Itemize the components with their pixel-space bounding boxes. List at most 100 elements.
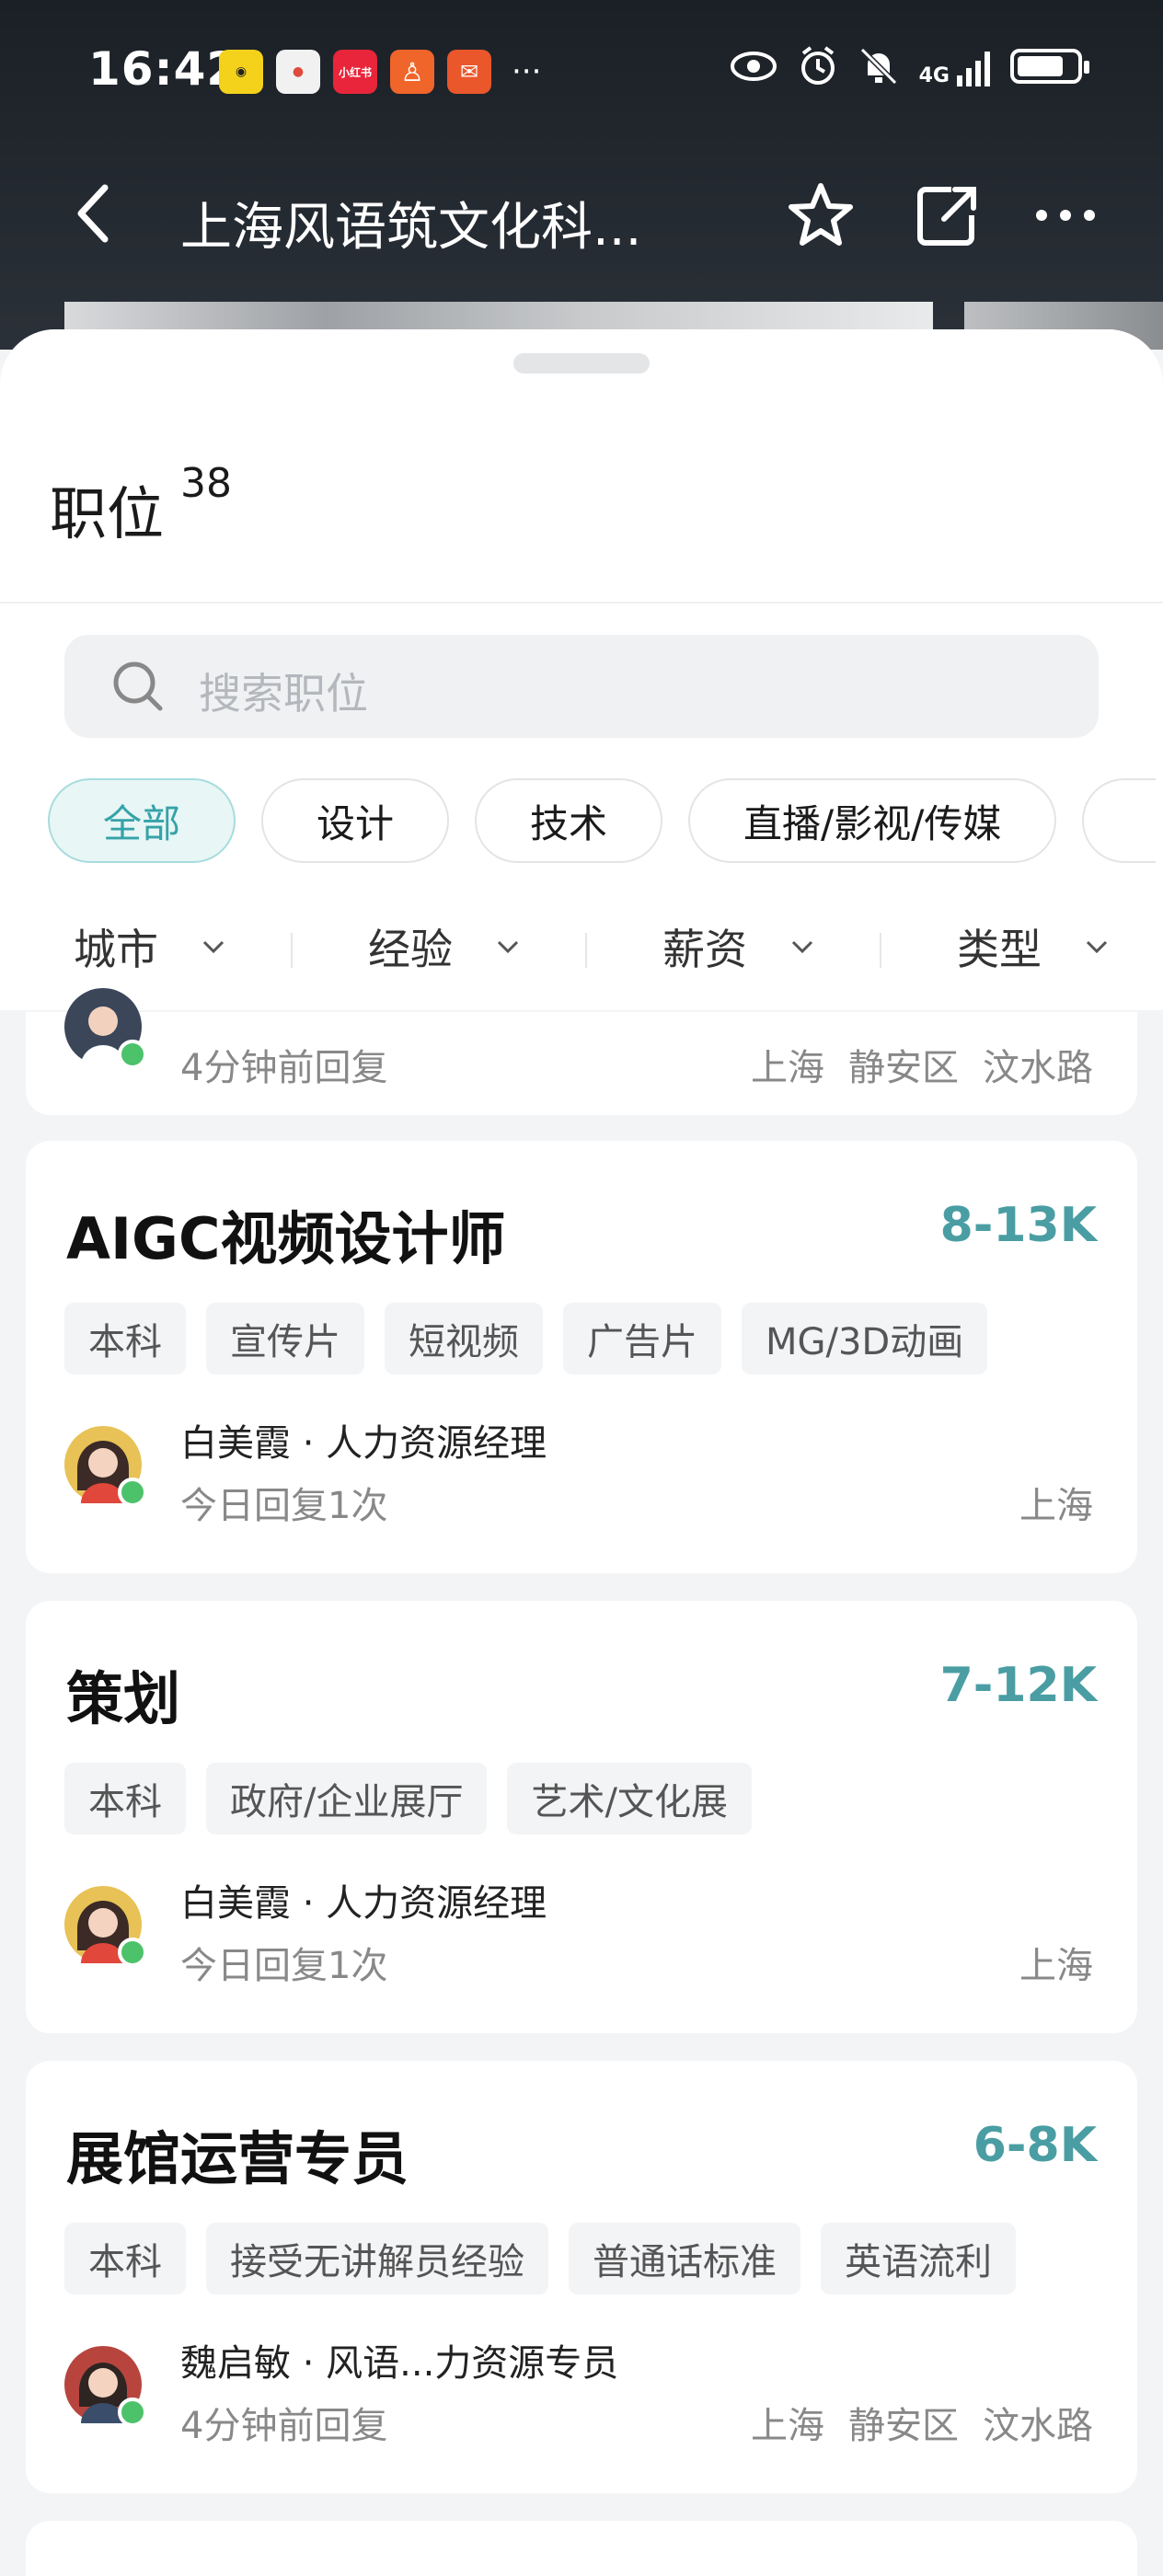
job-count: 38 (180, 460, 232, 507)
redpacket-notification-icon: ✉ (447, 50, 491, 94)
job-tag: 本科 (64, 1763, 186, 1834)
avatar (64, 2346, 147, 2427)
online-status-dot (118, 2398, 147, 2427)
job-salary: 6-8K (973, 2118, 1097, 2173)
filter-divider (291, 933, 293, 968)
sheet-title: 职位 (50, 480, 165, 547)
cellular-signal-icon: 4G (919, 46, 990, 86)
location-city: 上海 (1019, 1485, 1093, 1527)
job-tags: 本科 宣传片 短视频 广告片 MG/3D动画 (64, 1303, 988, 1374)
category-chip-media[interactable]: 直播/影视/传媒 (688, 778, 1057, 863)
back-arrow-icon[interactable] (57, 177, 131, 250)
star-favorite-icon[interactable] (784, 178, 858, 252)
xiaohongshu-notification-icon: 小红书 (333, 50, 377, 94)
battery-icon (1010, 49, 1089, 84)
job-location: 上海 (1019, 1476, 1093, 1529)
job-title: AIGC视频设计师 (66, 1205, 506, 1272)
job-card[interactable]: AIGC视频设计师 8-13K 本科 宣传片 短视频 广告片 MG/3D动画 白… (26, 1141, 1137, 1573)
category-chip-tech[interactable]: 技术 (475, 778, 663, 863)
app-notification-icon: ◉ (219, 50, 263, 94)
divider (0, 602, 1163, 604)
more-notifications-icon: ··· (512, 53, 542, 90)
job-location: 上海 (1019, 1936, 1093, 1989)
filter-experience[interactable]: 经验 (368, 896, 521, 997)
job-salary: 7-12K (939, 1658, 1097, 1713)
recruiter-name: 白美霞 · 人力资源经理 (180, 1882, 547, 1925)
avatar (64, 1886, 147, 1967)
location-area: 汶水路 (983, 2405, 1093, 2447)
job-location: 上海 静安区 汶水路 (751, 1038, 1093, 1091)
job-tag: 短视频 (385, 1303, 543, 1374)
sheet-drag-handle[interactable] (513, 353, 650, 374)
filter-type[interactable]: 类型 (957, 896, 1110, 997)
chevron-down-icon (1086, 940, 1108, 954)
job-tags: 本科 政府/企业展厅 艺术/文化展 (64, 1763, 752, 1834)
job-list-sheet: 职位 38 搜索职位 全部 设计 技术 直播/影视/传媒 城市 经验 薪资 类型… (0, 329, 1163, 2576)
location-district: 静安区 (848, 1047, 959, 1089)
job-card-next[interactable] (26, 2521, 1137, 2576)
clock: 16:42 (88, 42, 240, 96)
eye-icon (730, 52, 777, 81)
category-chips: 全部 设计 技术 直播/影视/传媒 (48, 778, 1157, 863)
chevron-down-icon (202, 940, 225, 954)
system-icons: 4G (730, 46, 1089, 86)
job-tag: 接受无讲解员经验 (206, 2223, 548, 2294)
recruiter-name: 魏启敏 · 风语...力资源专员 (180, 2342, 619, 2385)
location-city: 上海 (751, 1047, 824, 1089)
person-app-notification-icon: ♙ (390, 50, 434, 94)
filter-city-label: 城市 (74, 925, 158, 974)
reply-status: 今日回复1次 (180, 1485, 388, 1527)
avatar (64, 988, 147, 1069)
filter-divider (880, 933, 881, 968)
mute-bell-icon (859, 47, 897, 86)
job-salary: 8-13K (939, 1198, 1097, 1253)
chevron-down-icon (497, 940, 519, 954)
more-menu-icon[interactable] (1029, 178, 1102, 252)
job-title: 展馆运营专员 (66, 2125, 409, 2192)
job-tag: MG/3D动画 (742, 1303, 988, 1374)
job-tag: 普通话标准 (569, 2223, 800, 2294)
online-status-dot (118, 1040, 147, 1069)
category-chip-more[interactable] (1082, 778, 1157, 863)
location-district: 静安区 (848, 2405, 959, 2447)
job-card[interactable]: 展馆运营专员 6-8K 本科 接受无讲解员经验 普通话标准 英语流利 魏启敏 ·… (26, 2061, 1137, 2493)
search-input[interactable]: 搜索职位 (64, 635, 1099, 738)
job-card[interactable]: 策划 7-12K 本科 政府/企业展厅 艺术/文化展 白美霞 · 人力资源经理 … (26, 1601, 1137, 2033)
job-tag: 广告片 (563, 1303, 721, 1374)
job-location: 上海 静安区 汶水路 (751, 2396, 1093, 2449)
sheet-header: 职位 38 搜索职位 全部 设计 技术 直播/影视/传媒 城市 经验 薪资 类型 (0, 329, 1163, 1010)
share-icon[interactable] (911, 178, 985, 252)
filter-divider (585, 933, 587, 968)
job-tag: 英语流利 (821, 2223, 1016, 2294)
job-tag: 本科 (64, 1303, 186, 1374)
location-city: 上海 (1019, 1945, 1093, 1987)
search-icon (113, 661, 163, 711)
location-city: 上海 (751, 2405, 824, 2447)
job-title: 策划 (66, 1665, 181, 1732)
category-chip-all[interactable]: 全部 (48, 778, 236, 863)
filter-salary-label: 薪资 (662, 925, 747, 974)
job-tag: 本科 (64, 2223, 186, 2294)
reply-status: 今日回复1次 (180, 1945, 388, 1987)
reply-status: 4分钟前回复 (180, 1047, 388, 1089)
status-bar: 16:42 ◉ ● 小红书 ♙ ✉ ··· 4G (0, 0, 1163, 138)
online-status-dot (118, 1938, 147, 1967)
avatar (64, 1426, 147, 1507)
filter-bar: 城市 经验 薪资 类型 (0, 896, 1163, 997)
reply-status: 4分钟前回复 (180, 2405, 388, 2447)
filter-salary[interactable]: 薪资 (662, 896, 815, 997)
job-tag: 艺术/文化展 (507, 1763, 752, 1834)
job-card-partial[interactable]: 4分钟前回复 上海 静安区 汶水路 (26, 988, 1137, 1115)
search-placeholder: 搜索职位 (199, 669, 368, 719)
notification-icons: ◉ ● 小红书 ♙ ✉ ··· (219, 50, 541, 94)
nav-bar: 上海风语筑文化科... (0, 166, 1163, 267)
location-area: 汶水路 (983, 1047, 1093, 1089)
job-tags: 本科 接受无讲解员经验 普通话标准 英语流利 (64, 2223, 1016, 2294)
chevron-down-icon (791, 940, 813, 954)
filter-type-label: 类型 (957, 925, 1042, 974)
job-tag: 宣传片 (206, 1303, 364, 1374)
job-tag: 政府/企业展厅 (206, 1763, 488, 1834)
recruiter-name: 白美霞 · 人力资源经理 (180, 1422, 547, 1465)
category-chip-design[interactable]: 设计 (261, 778, 450, 863)
filter-city[interactable]: 城市 (74, 896, 226, 997)
